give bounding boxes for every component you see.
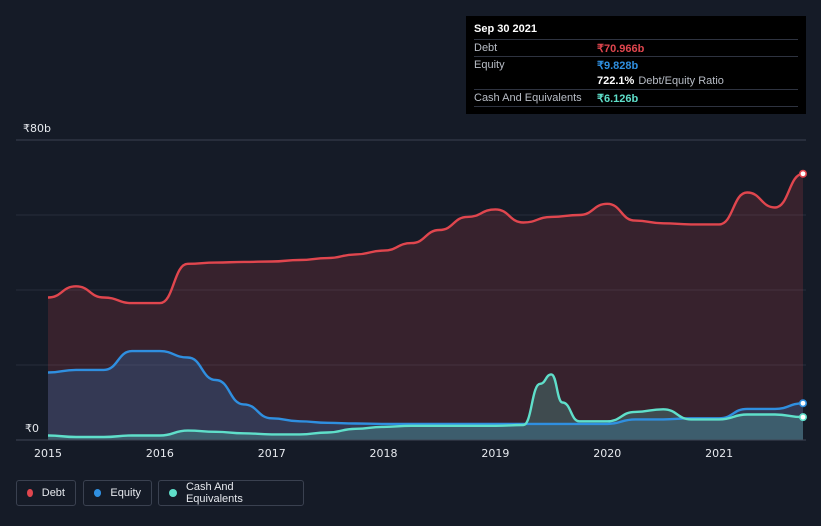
tooltip-row-cash: Cash And Equivalents ₹6.126b: [474, 89, 798, 107]
y-tick-label-top: ₹80b: [23, 122, 51, 135]
legend-debt-label: Debt: [41, 487, 65, 499]
x-tick-label: 2017: [258, 447, 286, 460]
tooltip-debt-label: Debt: [474, 42, 498, 54]
tooltip-row-debt: Debt ₹70.966b: [474, 39, 798, 56]
chart-tooltip: Sep 30 2021 Debt ₹70.966b Equity ₹9.828b…: [466, 16, 806, 114]
x-tick-label: 2021: [705, 447, 733, 460]
tooltip-ratio-value: 722.1%: [597, 75, 635, 87]
legend-item-equity[interactable]: Equity: [83, 480, 152, 506]
tooltip-equity-label: Equity: [474, 59, 505, 71]
equity-dot-icon: [94, 489, 102, 497]
legend-cash-label: Cash And Equivalents: [185, 481, 243, 505]
x-tick-label: 2019: [481, 447, 509, 460]
tooltip-ratio-label: Debt/Equity Ratio: [638, 75, 724, 87]
tooltip-date: Sep 30 2021: [474, 23, 537, 35]
equity-endpoint-marker: [798, 399, 807, 408]
cash-endpoint-marker: [798, 413, 807, 422]
debt-dot-icon: [27, 489, 33, 497]
y-tick-label-zero: ₹0: [25, 422, 39, 435]
legend-item-cash[interactable]: Cash And Equivalents: [158, 480, 304, 506]
legend-equity-label: Equity: [110, 487, 141, 499]
tooltip-row-equity: Equity ₹9.828b: [474, 56, 798, 73]
x-tick-label: 2018: [370, 447, 398, 460]
x-tick-label: 2016: [146, 447, 174, 460]
tooltip-debt-value: ₹70.966b: [597, 42, 645, 55]
tooltip-equity-value: ₹9.828b: [597, 59, 639, 72]
cash-dot-icon: [169, 489, 177, 497]
debt-endpoint-marker: [798, 169, 807, 178]
legend-item-debt[interactable]: Debt: [16, 480, 76, 506]
x-tick-label: 2020: [593, 447, 621, 460]
tooltip-cash-label: Cash And Equivalents: [474, 92, 582, 104]
tooltip-row-ratio: 722.1% Debt/Equity Ratio: [474, 73, 798, 89]
tooltip-cash-value: ₹6.126b: [597, 92, 639, 105]
x-tick-label: 2015: [34, 447, 62, 460]
